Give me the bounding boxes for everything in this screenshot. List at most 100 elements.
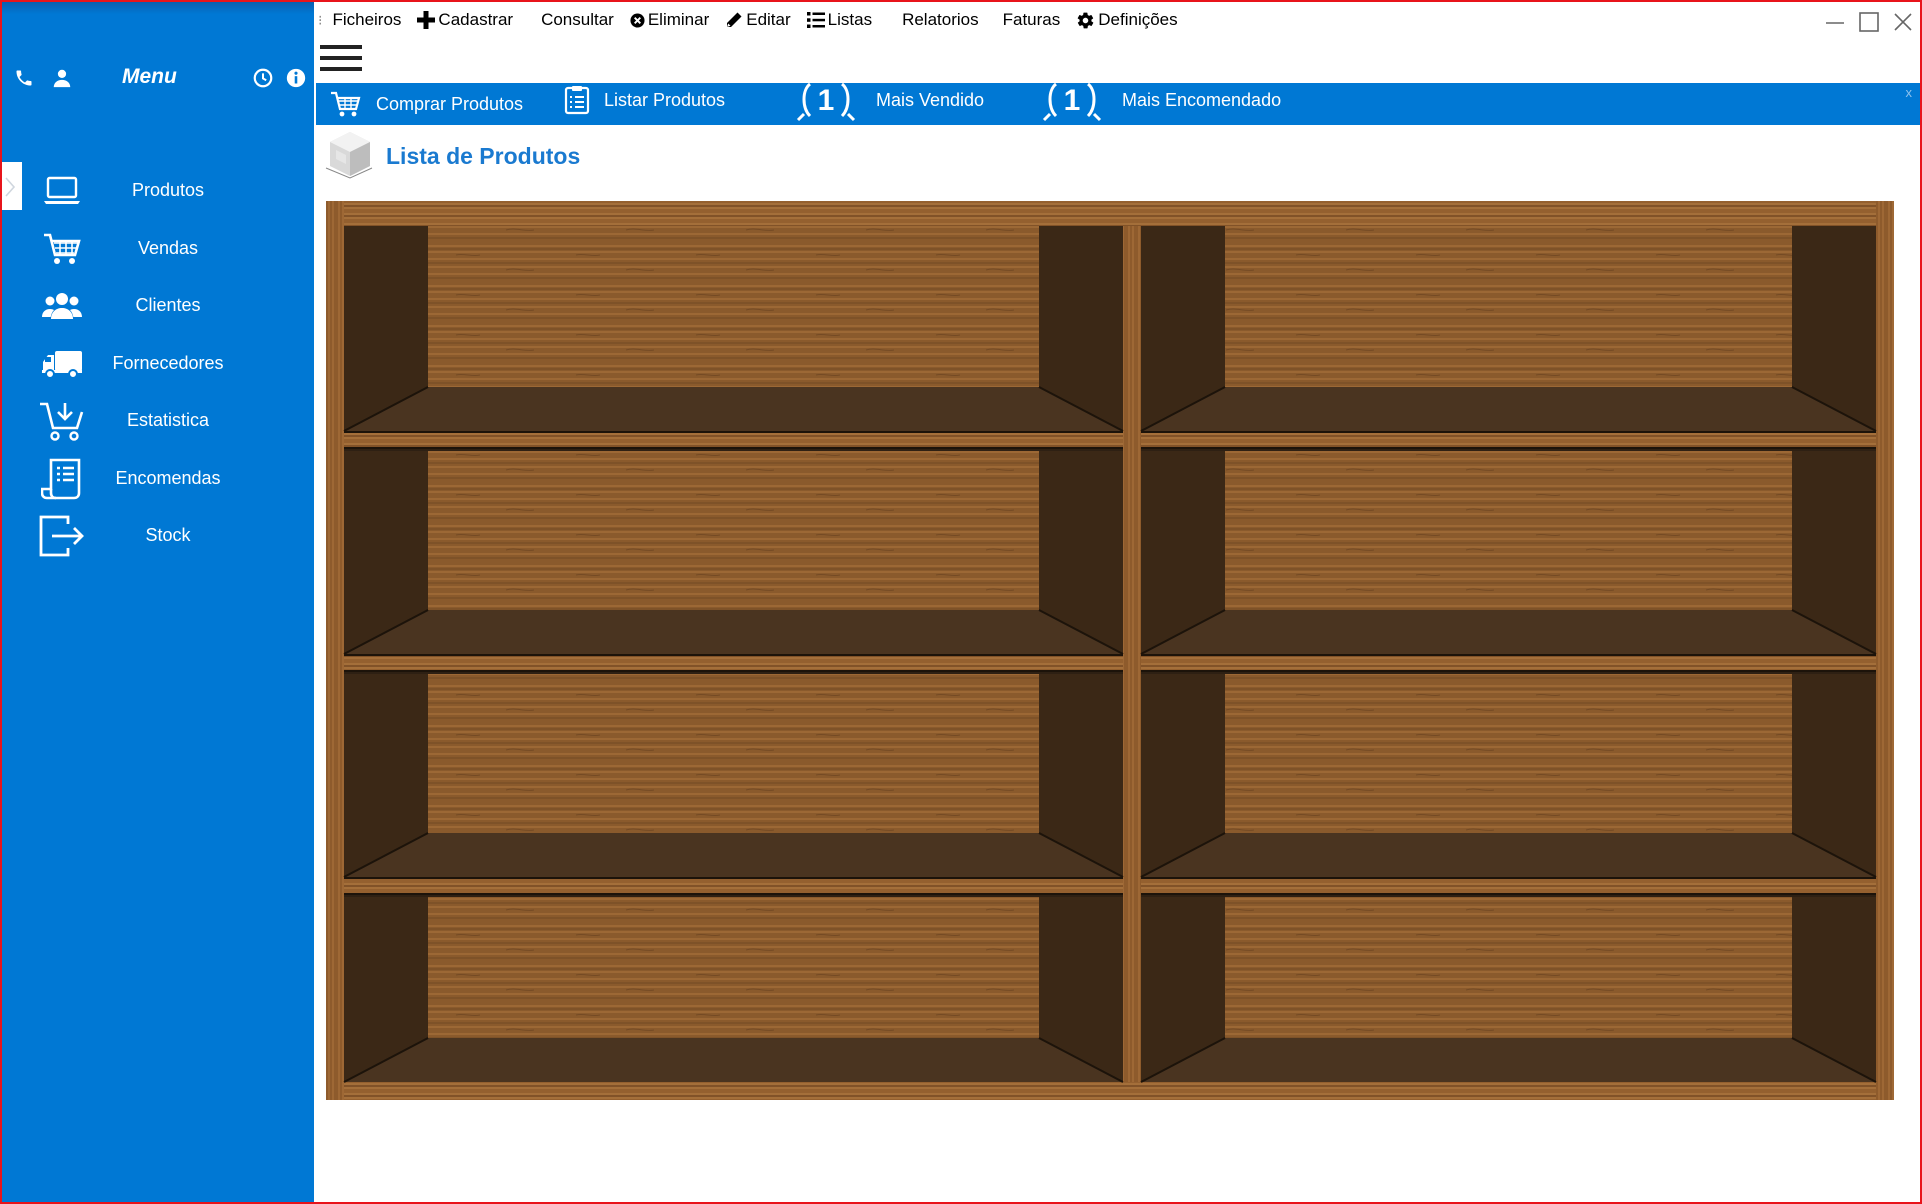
- mais-vendido-button[interactable]: 1 Mais Vendido: [796, 78, 985, 122]
- menu-relatorios[interactable]: Relatorios: [894, 2, 987, 38]
- menu-label: Ficheiros: [332, 10, 402, 29]
- sidebar-item-estatistica[interactable]: Estatistica: [2, 392, 314, 450]
- phone-icon[interactable]: [10, 60, 38, 96]
- shelf-floor: [344, 610, 1123, 654]
- product-box-icon: [324, 128, 376, 185]
- sidebar-item-label: Estatistica: [126, 410, 210, 431]
- minimize-icon: [1826, 22, 1844, 24]
- window-controls: [1818, 2, 1920, 42]
- sidebar-item-label: Clientes: [135, 295, 201, 316]
- truck-icon: [36, 343, 88, 385]
- document-list-icon: [36, 458, 88, 500]
- hamburger-icon: [320, 45, 362, 71]
- shelf-back-panel: [428, 674, 1039, 833]
- sidebar-header: Menu: [2, 60, 314, 96]
- menu-listas[interactable]: Listas: [799, 2, 880, 38]
- sidebar-item-clientes[interactable]: Clientes: [2, 277, 314, 335]
- sidebar-item-vendas[interactable]: Vendas: [2, 220, 314, 278]
- sidebar-top-strip: [2, 2, 314, 14]
- shelf-board: [344, 877, 1123, 895]
- toolstrip-label: Comprar Produtos: [376, 93, 524, 114]
- maximize-button[interactable]: [1852, 2, 1886, 42]
- mais-encomendado-button[interactable]: 1 Mais Encomendado: [1042, 78, 1282, 122]
- shopping-cart-icon: [36, 228, 88, 270]
- shelf-board: [1141, 654, 1876, 672]
- clipboard-list-icon: [564, 85, 590, 115]
- sidebar-item-label: Encomendas: [115, 467, 221, 488]
- comprar-produtos-button[interactable]: Comprar Produtos: [330, 83, 523, 125]
- toolstrip-label: Mais Vendido: [876, 89, 985, 110]
- listar-produtos-button[interactable]: Listar Produtos: [564, 79, 725, 121]
- sidebar-item-encomendas[interactable]: Encomendas: [2, 450, 314, 508]
- sidebar-nav: Produtos Vendas Clientes Fornecedores Es…: [2, 162, 314, 565]
- sidebar: Menu Produtos Vendas Clientes Fornecedor…: [2, 2, 314, 1202]
- menu-faturas[interactable]: Faturas: [995, 2, 1069, 38]
- shelf-board: [1141, 877, 1876, 895]
- shelf-floor: [1141, 1038, 1876, 1082]
- sidebar-item-produtos[interactable]: Produtos: [2, 162, 314, 220]
- minimize-button[interactable]: [1818, 2, 1852, 42]
- info-icon[interactable]: [282, 60, 310, 96]
- shelf-back-panel: [1225, 451, 1792, 610]
- menu-label: Cadastrar: [438, 10, 514, 29]
- menu-label: Eliminar: [647, 10, 710, 29]
- menu-editar[interactable]: Editar: [717, 2, 798, 38]
- shelf-floor: [1141, 833, 1876, 877]
- menu-ficheiros[interactable]: Ficheiros: [324, 2, 409, 38]
- toolstrip-close-button[interactable]: x: [1906, 85, 1913, 100]
- laurel-one-icon: 1: [1042, 78, 1102, 122]
- maximize-icon: [1859, 12, 1879, 32]
- list-icon: [806, 12, 825, 28]
- sidebar-title: Menu: [122, 65, 177, 88]
- users-icon: [36, 285, 88, 327]
- menu-label: Relatorios: [902, 10, 979, 29]
- shelf-back-panel: [428, 451, 1039, 610]
- menu-bar: ⁝ Ficheiros Cadastrar Consultar Eliminar…: [318, 2, 1186, 38]
- shelf-board: [344, 654, 1123, 672]
- close-icon: [1894, 13, 1912, 31]
- menu-eliminar[interactable]: Eliminar: [622, 2, 717, 38]
- sidebar-item-fornecedores[interactable]: Fornecedores: [2, 335, 314, 393]
- shelf-back-panel: [1225, 226, 1792, 387]
- user-icon[interactable]: [48, 60, 76, 96]
- product-shelf: [326, 201, 1894, 1100]
- plus-icon: [417, 11, 436, 29]
- svg-text:1: 1: [818, 84, 835, 117]
- svg-text:1: 1: [1064, 84, 1081, 117]
- pencil-icon: [727, 12, 742, 27]
- shelf-floor: [1141, 610, 1876, 654]
- menu-cadastrar[interactable]: Cadastrar: [409, 2, 521, 38]
- laptop-icon: [36, 170, 88, 212]
- shelf-illustration: [326, 201, 1894, 1100]
- menu-consultar[interactable]: Consultar: [533, 2, 622, 38]
- export-icon: [36, 515, 88, 557]
- sidebar-item-label: Fornecedores: [112, 352, 224, 373]
- sidebar-item-label: Stock: [145, 525, 191, 546]
- shelf-top-board: [326, 201, 1894, 226]
- chevron-right-icon: [5, 177, 16, 197]
- laurel-one-icon: 1: [796, 78, 856, 122]
- menu-definicoes[interactable]: Definições: [1068, 2, 1185, 38]
- cart-icon: [330, 90, 362, 118]
- page-header: Lista de Produtos: [324, 128, 580, 184]
- clock-icon[interactable]: [249, 60, 277, 96]
- menu-label: Definições: [1098, 10, 1178, 29]
- shelf-back-panel: [1225, 897, 1792, 1038]
- close-button[interactable]: [1886, 2, 1920, 42]
- shelf-back-panel: [428, 226, 1039, 387]
- hamburger-menu-button[interactable]: [320, 44, 362, 72]
- shelf-back-panel: [1225, 674, 1792, 833]
- sidebar-item-stock[interactable]: Stock: [2, 507, 314, 565]
- shelf-right-panel: [1876, 201, 1894, 1100]
- sidebar-item-label: Vendas: [137, 237, 199, 258]
- cart-download-icon: [36, 400, 88, 442]
- menu-label: Listas: [827, 10, 873, 29]
- shelf-left-panel: [326, 201, 344, 1100]
- toolstrip-label: Mais Encomendado: [1122, 89, 1282, 110]
- shelf-floor: [344, 387, 1123, 431]
- shelf-floor: [344, 833, 1123, 877]
- menu-label: Consultar: [541, 10, 614, 29]
- shelf-board: [344, 431, 1123, 449]
- shelf-floor: [1141, 387, 1876, 431]
- menubar-grip-icon: ⁝: [318, 11, 323, 28]
